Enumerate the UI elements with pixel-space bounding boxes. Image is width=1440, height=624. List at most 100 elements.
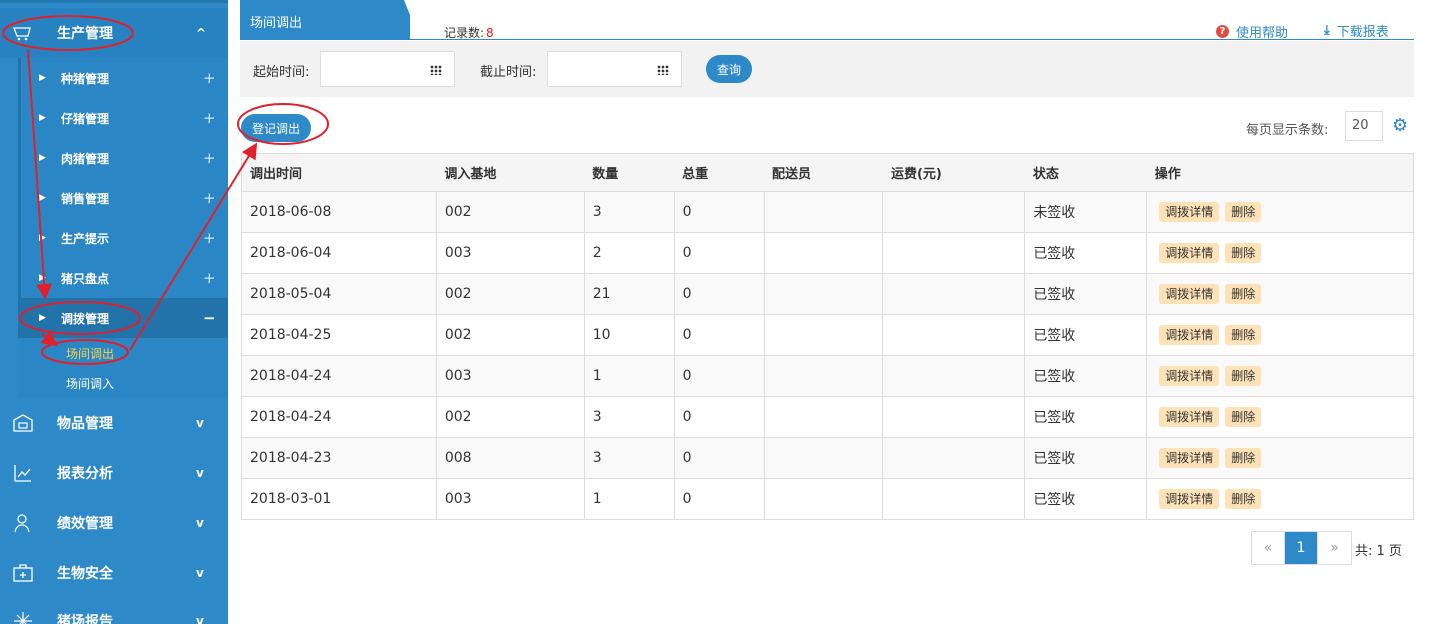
transfer-detail-button[interactable]: 调拨详情 xyxy=(1159,325,1220,345)
cell-status: 已签收 xyxy=(1024,478,1148,520)
cell-status: 已签收 xyxy=(1024,437,1148,479)
cell-qty: 2 xyxy=(584,232,675,274)
cell-courier xyxy=(764,314,884,356)
plus-icon: + xyxy=(203,149,216,167)
transfer-detail-button[interactable]: 调拨详情 xyxy=(1159,448,1220,468)
cell-freight xyxy=(882,355,1026,397)
help-link[interactable]: ? 使用帮助 xyxy=(1216,22,1288,41)
sidebar-item-sales[interactable]: ▶ 销售管理 + xyxy=(18,178,228,218)
cell-courier xyxy=(764,437,884,479)
sidebar-leaf-transfer-in[interactable]: 场间调入 xyxy=(66,375,114,392)
delete-button[interactable]: 删除 xyxy=(1225,489,1262,509)
delete-button[interactable]: 删除 xyxy=(1225,284,1262,304)
record-count-label: 记录数: xyxy=(444,26,485,40)
plus-icon: + xyxy=(203,229,216,247)
menu-performance[interactable]: 绩效管理 v xyxy=(0,498,228,548)
table-row: 2018-04-23 008 3 0 已签收 调拨详情 删除 xyxy=(241,437,1414,479)
sidebar-item-transfer[interactable]: ▶ 调拨管理 − xyxy=(18,298,228,338)
warehouse-icon xyxy=(13,414,33,432)
calendar-icon[interactable] xyxy=(657,65,669,75)
cell-base: 003 xyxy=(436,355,585,397)
sidebar-leaf-transfer-out[interactable]: 场间调出 xyxy=(66,345,114,362)
col-header-status: 状态 xyxy=(1024,153,1147,192)
start-time-label: 起始时间: xyxy=(253,65,310,80)
col-header-actions: 操作 xyxy=(1146,153,1414,192)
sidebar-item-inventory[interactable]: ▶ 猪只盘点 + xyxy=(18,258,228,298)
transfer-detail-button[interactable]: 调拨详情 xyxy=(1159,407,1220,427)
register-transfer-out-button[interactable]: 登记调出 xyxy=(241,114,311,142)
transfer-detail-button[interactable]: 调拨详情 xyxy=(1159,489,1220,509)
cell-weight: 0 xyxy=(674,478,765,520)
download-report-link[interactable]: ⤓ 下载报表 xyxy=(1324,21,1389,40)
start-time-input[interactable] xyxy=(320,51,455,87)
transfer-detail-button[interactable]: 调拨详情 xyxy=(1159,243,1220,263)
cell-base: 008 xyxy=(436,437,585,479)
table-header-row: 调出时间 调入基地 数量 总重 配送员 运费(元) 状态 操作 xyxy=(241,153,1414,192)
transfer-detail-button[interactable]: 调拨详情 xyxy=(1159,202,1220,222)
gear-icon[interactable]: ⚙ xyxy=(1392,117,1410,135)
sidebar-item-breeder-pig[interactable]: ▶ 种猪管理 + xyxy=(18,58,228,98)
chevron-down-icon: v xyxy=(196,466,204,480)
menu-farm-report-label: 猪场报告 xyxy=(57,614,113,624)
delete-button[interactable]: 删除 xyxy=(1225,243,1262,263)
menu-reports[interactable]: 报表分析 v xyxy=(0,448,228,498)
delete-button[interactable]: 删除 xyxy=(1225,407,1262,427)
cell-status: 已签收 xyxy=(1024,232,1148,274)
delete-button[interactable]: 删除 xyxy=(1225,325,1262,345)
sidebar-item-piglet[interactable]: ▶ 仔猪管理 + xyxy=(18,98,228,138)
menu-production[interactable]: 生产管理 ^ xyxy=(0,8,228,58)
next-page-button[interactable]: » xyxy=(1318,532,1351,564)
plus-icon: + xyxy=(203,189,216,207)
cell-base: 002 xyxy=(436,314,585,356)
sidebar-item-label: 种猪管理 xyxy=(61,71,110,86)
menu-goods-label: 物品管理 xyxy=(57,416,113,432)
sidebar-top-line xyxy=(0,0,228,3)
plus-icon: + xyxy=(203,269,216,287)
sidebar-item-fattening-pig[interactable]: ▶ 肉猪管理 + xyxy=(18,138,228,178)
transfer-table: 调出时间 调入基地 数量 总重 配送员 运费(元) 状态 操作 2018-06-… xyxy=(241,153,1414,520)
cell-courier xyxy=(764,396,884,438)
menu-biosafety[interactable]: 生物安全 v xyxy=(0,548,228,598)
menu-goods[interactable]: 物品管理 v xyxy=(0,398,228,448)
sidebar: 生产管理 ^ ▶ 种猪管理 + ▶ 仔猪管理 + ▶ 肉猪管理 + ▶ 销售管理… xyxy=(0,0,228,624)
transfer-detail-button[interactable]: 调拨详情 xyxy=(1159,284,1220,304)
delete-button[interactable]: 删除 xyxy=(1225,448,1262,468)
download-icon: ⤓ xyxy=(1324,23,1330,38)
cell-actions: 调拨详情 删除 xyxy=(1146,314,1414,356)
record-count: 记录数: 8 xyxy=(444,24,494,41)
transfer-detail-button[interactable]: 调拨详情 xyxy=(1159,366,1220,386)
cell-date: 2018-04-24 xyxy=(241,355,437,397)
menu-performance-label: 绩效管理 xyxy=(57,516,113,532)
plus-icon: + xyxy=(203,109,216,127)
menu-reports-label: 报表分析 xyxy=(57,466,113,482)
table-row: 2018-04-25 002 10 0 已签收 调拨详情 删除 xyxy=(241,314,1414,356)
delete-button[interactable]: 删除 xyxy=(1225,202,1262,222)
record-count-value: 8 xyxy=(486,26,494,40)
query-button[interactable]: 查询 xyxy=(706,55,752,83)
cell-actions: 调拨详情 删除 xyxy=(1146,355,1414,397)
cell-date: 2018-04-25 xyxy=(241,314,437,356)
prev-page-button[interactable]: « xyxy=(1252,532,1285,564)
per-page-input[interactable]: 20 xyxy=(1345,111,1383,141)
download-label: 下载报表 xyxy=(1336,25,1389,40)
sidebar-item-label: 猪只盘点 xyxy=(61,271,110,286)
cell-actions: 调拨详情 删除 xyxy=(1146,232,1414,274)
caret-right-icon: ▶ xyxy=(39,193,46,203)
menu-farm-report[interactable]: 猪场报告 v xyxy=(0,596,228,624)
cell-weight: 0 xyxy=(674,232,765,274)
cart-icon xyxy=(13,27,31,41)
cell-courier xyxy=(764,232,884,274)
sidebar-item-label: 仔猪管理 xyxy=(61,111,110,126)
chevron-down-icon: v xyxy=(196,416,204,430)
cell-courier xyxy=(764,355,884,397)
sidebar-item-production-tips[interactable]: ▶ 生产提示 + xyxy=(18,218,228,258)
calendar-icon[interactable] xyxy=(430,65,442,75)
cell-freight xyxy=(882,273,1026,315)
page-1-button[interactable]: 1 xyxy=(1285,532,1318,564)
tab-transfer-out[interactable]: 场间调出 xyxy=(240,0,410,40)
end-time-input[interactable] xyxy=(547,51,682,87)
cell-status: 未签收 xyxy=(1024,191,1148,233)
delete-button[interactable]: 删除 xyxy=(1225,366,1262,386)
user-icon xyxy=(14,514,30,533)
caret-right-icon: ▶ xyxy=(39,313,46,323)
